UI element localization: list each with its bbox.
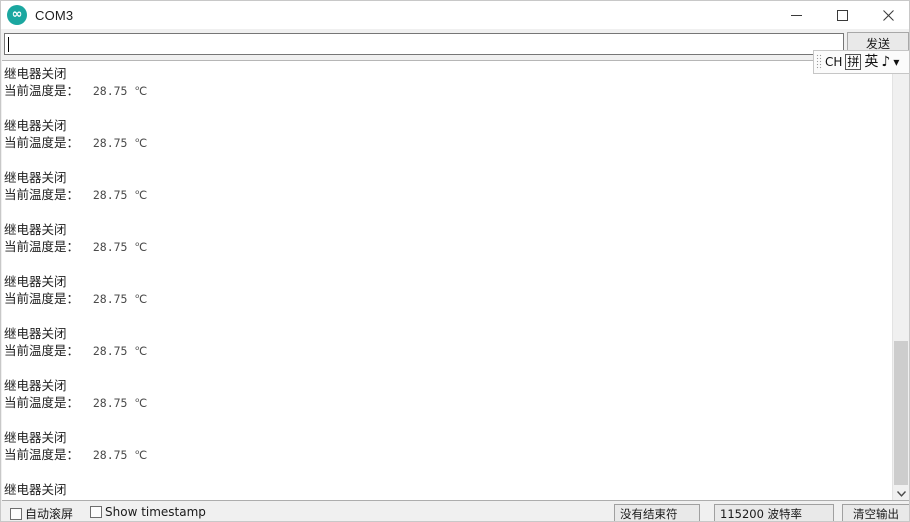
relay-status-line: 继电器关闭 — [4, 170, 67, 185]
arduino-infinity-icon: ∞ — [7, 5, 27, 25]
console-block: 继电器关闭 当前温度是： 28.75 ℃ — [4, 117, 882, 151]
ime-drag-handle[interactable] — [816, 54, 822, 70]
temperature-value: 28.75 ℃ — [79, 84, 148, 98]
temperature-line: 当前温度是： 28.75 ℃ — [4, 134, 882, 151]
checkbox-box — [10, 507, 22, 520]
console-block: 继电器关闭 当前温度是： 28.75 ℃ — [4, 221, 882, 255]
scrollbar-thumb[interactable] — [894, 341, 908, 485]
temperature-value: 28.75 ℃ — [79, 448, 148, 462]
console-block: 继电器关闭 当前温度是： 28.75 ℃ — [4, 273, 882, 307]
console-text: 继电器关闭 当前温度是： 28.75 ℃ 继电器关闭 当前温度是： 28.75 ℃ 继电… — [2, 65, 882, 502]
temperature-label: 当前温度是： — [4, 291, 80, 306]
temperature-label: 当前温度是： — [4, 187, 80, 202]
maximize-button[interactable] — [819, 1, 865, 29]
autoscroll-label: 自动滚屏 — [25, 507, 74, 521]
send-row: 发送 — [1, 29, 909, 59]
temperature-line: 当前温度是： 28.75 ℃ — [4, 238, 882, 255]
scrollbar-track[interactable] — [893, 60, 909, 485]
serial-monitor-window: ∞ COM3 发送 继电器关闭 当前温度是： 28.75 ℃ 继电器关闭 当前温… — [0, 0, 910, 522]
relay-status-line: 继电器关闭 — [4, 222, 67, 237]
minimize-icon — [790, 14, 802, 16]
checkbox-box — [90, 506, 102, 518]
line-ending-select[interactable]: 没有结束符 — [614, 504, 700, 521]
ime-input-method-button[interactable]: 拼 — [845, 54, 862, 70]
temperature-label: 当前温度是： — [4, 83, 80, 98]
temperature-line: 当前温度是： 28.75 ℃ — [4, 290, 882, 307]
ime-floating-toolbar[interactable]: CH 拼 英 ♪ ▾ — [813, 50, 909, 74]
ime-sound-icon[interactable]: ♪ — [881, 55, 890, 69]
show-timestamp-label: Show timestamp — [105, 505, 206, 519]
ime-mode-label[interactable]: CH — [825, 55, 842, 69]
console-block: 继电器关闭 当前温度是： 28.75 ℃ — [4, 377, 882, 411]
minimize-button[interactable] — [773, 1, 819, 29]
relay-status-line: 继电器关闭 — [4, 378, 67, 393]
relay-status-line: 继电器关闭 — [4, 430, 67, 445]
console-block: 继电器关闭 当前温度是： 28.75 ℃ — [4, 65, 882, 99]
temperature-label: 当前温度是： — [4, 239, 80, 254]
temperature-value: 28.75 ℃ — [79, 344, 148, 358]
temperature-label: 当前温度是： — [4, 447, 80, 462]
temperature-line: 当前温度是： 28.75 ℃ — [4, 186, 882, 203]
autoscroll-checkbox[interactable]: 自动滚屏 — [10, 505, 74, 521]
send-input[interactable] — [4, 33, 844, 55]
temperature-value: 28.75 ℃ — [79, 396, 148, 410]
temperature-line: 当前温度是： 28.75 ℃ — [4, 394, 882, 411]
relay-status-line: 继电器关闭 — [4, 482, 67, 497]
chevron-down-icon — [896, 490, 906, 497]
relay-status-line: 继电器关闭 — [4, 274, 67, 289]
close-icon — [882, 9, 894, 21]
temperature-line: 当前温度是： 28.75 ℃ — [4, 82, 882, 99]
temperature-value: 28.75 ℃ — [79, 188, 148, 202]
arduino-infinity-glyph: ∞ — [11, 7, 23, 22]
page-title: COM3 — [35, 7, 74, 23]
temperature-label: 当前温度是： — [4, 135, 80, 150]
console-block: 继电器关闭 — [4, 481, 882, 498]
title-bar: ∞ COM3 — [1, 1, 909, 29]
baud-rate-select[interactable]: 115200 波特率 — [714, 504, 834, 521]
vertical-scrollbar[interactable] — [892, 60, 909, 502]
close-button[interactable] — [865, 1, 909, 29]
relay-status-line: 继电器关闭 — [4, 66, 67, 81]
temperature-label: 当前温度是： — [4, 395, 80, 410]
text-caret — [8, 37, 9, 52]
ime-language-button[interactable]: 英 — [864, 55, 878, 69]
temperature-value: 28.75 ℃ — [79, 292, 148, 306]
serial-output-pane[interactable]: 继电器关闭 当前温度是： 28.75 ℃ 继电器关闭 当前温度是： 28.75 ℃ 继电… — [2, 60, 909, 502]
relay-status-line: 继电器关闭 — [4, 118, 67, 133]
temperature-line: 当前温度是： 28.75 ℃ — [4, 446, 882, 463]
relay-status-line: 继电器关闭 — [4, 326, 67, 341]
temperature-value: 28.75 ℃ — [79, 136, 148, 150]
window-controls — [773, 1, 909, 29]
console-block: 继电器关闭 当前温度是： 28.75 ℃ — [4, 169, 882, 203]
temperature-value: 28.75 ℃ — [79, 240, 148, 254]
temperature-label: 当前温度是： — [4, 343, 80, 358]
console-block: 继电器关闭 当前温度是： 28.75 ℃ — [4, 429, 882, 463]
bottom-status-bar: 自动滚屏 Show timestamp 没有结束符 115200 波特率 清空输… — [2, 500, 909, 521]
maximize-icon — [836, 9, 848, 21]
clear-output-button[interactable]: 清空输出 — [842, 504, 909, 521]
console-block: 继电器关闭 当前温度是： 28.75 ℃ — [4, 325, 882, 359]
temperature-line: 当前温度是： 28.75 ℃ — [4, 342, 882, 359]
show-timestamp-checkbox[interactable]: Show timestamp — [90, 505, 206, 519]
ime-more-icon[interactable]: ▾ — [893, 55, 899, 69]
